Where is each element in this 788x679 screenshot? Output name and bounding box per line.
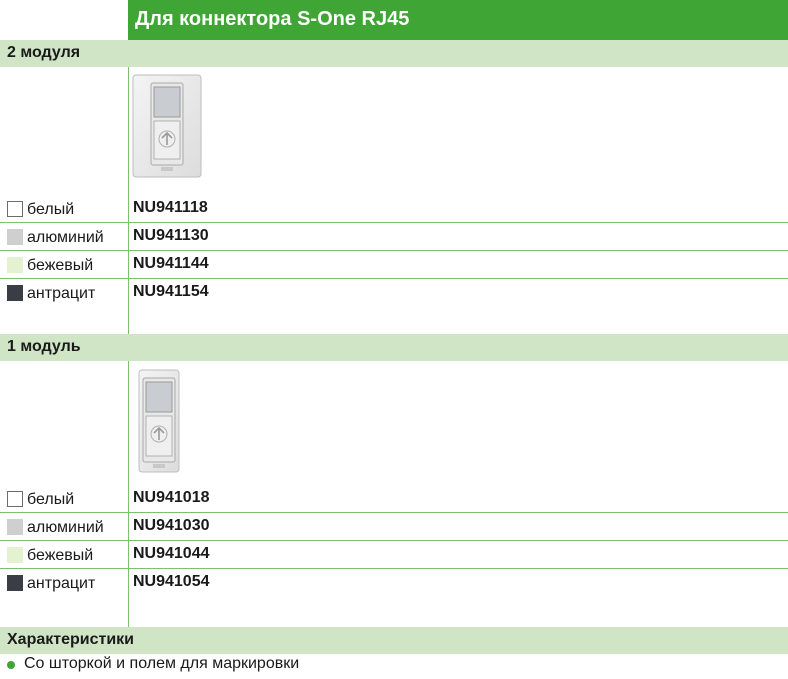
- bullet-dot-icon: [7, 661, 15, 669]
- product-code: NU941054: [133, 573, 210, 590]
- color-swatch-beige: [7, 257, 23, 273]
- table-row: антрацит NU941154: [0, 279, 788, 307]
- color-swatch-white: [7, 491, 23, 507]
- color-name: бежевый: [27, 547, 94, 564]
- product-code: NU941044: [133, 545, 210, 562]
- color-swatch-anthracite: [7, 285, 23, 301]
- section-title-1-module: 1 модуль: [0, 334, 788, 361]
- color-swatch-aluminium: [7, 229, 23, 245]
- color-swatch-aluminium: [7, 519, 23, 535]
- column-header-title: Для коннектора S-One RJ45: [135, 8, 410, 30]
- color-name: белый: [27, 491, 75, 508]
- product-image-2-module: [131, 73, 203, 184]
- color-name: алюминий: [27, 229, 104, 246]
- color-name: бежевый: [27, 257, 94, 274]
- table-row: алюминий NU941030: [0, 513, 788, 541]
- column-header: Для коннектора S-One RJ45: [128, 0, 788, 40]
- table-row: бежевый NU941144: [0, 251, 788, 279]
- color-swatch-white: [7, 201, 23, 217]
- product-code: NU941030: [133, 517, 210, 534]
- color-name: антрацит: [27, 575, 96, 592]
- table-row: белый NU941118: [0, 195, 788, 223]
- product-image-1-module: [131, 368, 187, 479]
- table-row: антрацит NU941054: [0, 569, 788, 597]
- product-code: NU941154: [133, 283, 209, 300]
- section-title: Характеристики: [7, 631, 135, 648]
- section-title: 1 модуль: [7, 338, 81, 355]
- product-code: NU941130: [133, 227, 209, 244]
- color-name: белый: [27, 201, 75, 218]
- color-name: алюминий: [27, 519, 104, 536]
- product-code: NU941118: [133, 199, 208, 216]
- section-title-characteristics: Характеристики: [0, 627, 788, 654]
- section-title-2-modules: 2 модуля: [0, 40, 788, 67]
- color-swatch-anthracite: [7, 575, 23, 591]
- product-code: NU941018: [133, 489, 210, 506]
- section-title: 2 модуля: [7, 44, 81, 61]
- table-row: белый NU941018: [0, 485, 788, 513]
- table-row: бежевый NU941044: [0, 541, 788, 569]
- table-row: алюминий NU941130: [0, 223, 788, 251]
- product-code: NU941144: [133, 255, 209, 272]
- color-name: антрацит: [27, 285, 96, 302]
- characteristic-text: Со шторкой и полем для маркировки: [24, 655, 300, 672]
- color-swatch-beige: [7, 547, 23, 563]
